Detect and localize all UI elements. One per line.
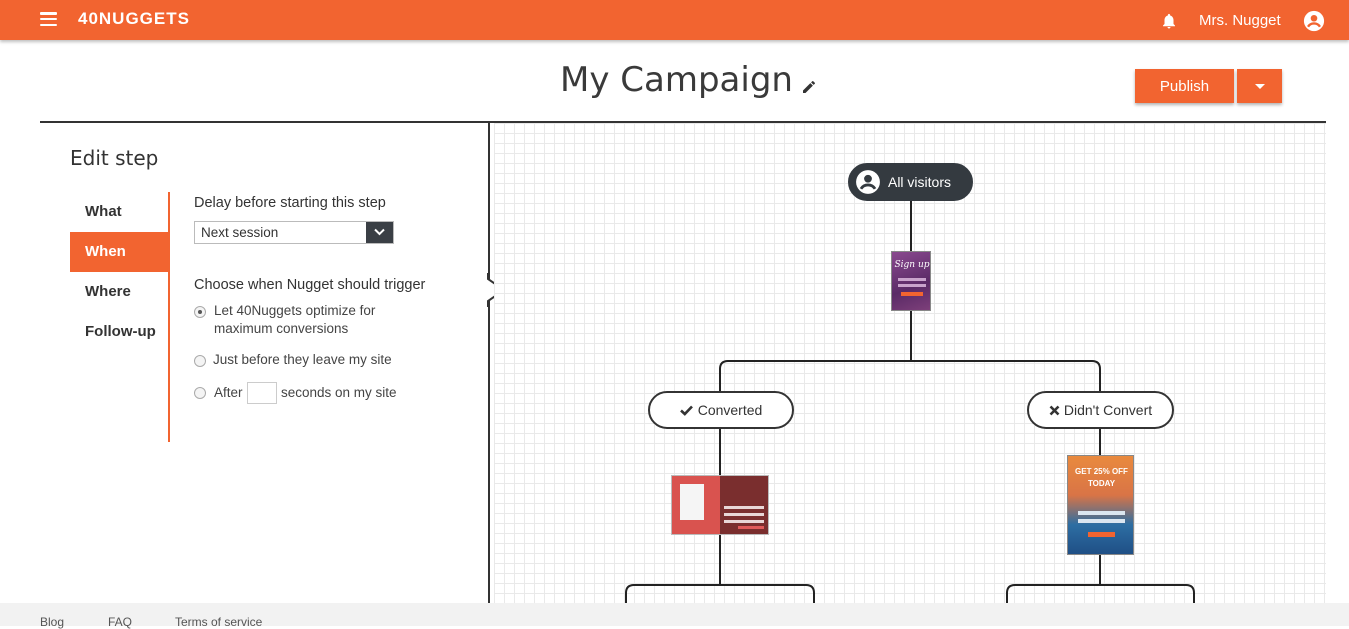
- radio-after-seconds-suffix: seconds on my site: [281, 385, 397, 400]
- node-all-visitors[interactable]: All visitors: [848, 163, 973, 201]
- thumb-button: [901, 292, 923, 296]
- thumb-discount-line2: TODAY: [1087, 479, 1116, 488]
- nav-item-what[interactable]: What: [70, 192, 168, 232]
- chevron-down-icon[interactable]: [366, 222, 393, 243]
- trigger-label: Choose when Nugget should trigger: [194, 277, 426, 293]
- node-converted-label: Converted: [697, 402, 763, 418]
- seconds-input[interactable]: [247, 382, 277, 404]
- node-converted[interactable]: Converted: [648, 391, 794, 429]
- radio-exit-intent[interactable]: [194, 355, 206, 367]
- user-name[interactable]: Mrs. Nugget: [1199, 12, 1281, 29]
- footer: Blog FAQ Terms of service: [0, 603, 1349, 629]
- nav-item-follow-up[interactable]: Follow-up: [70, 312, 168, 352]
- hamburger-menu-icon[interactable]: [40, 12, 57, 27]
- bell-icon[interactable]: [1160, 12, 1178, 30]
- check-icon: [679, 405, 693, 416]
- thumb-book: [680, 484, 704, 520]
- edit-step-title: Edit step: [70, 146, 159, 170]
- radio-optimize-label-line1: Let 40Nuggets optimize for: [214, 303, 376, 318]
- panel-divider: [488, 123, 490, 603]
- flow-canvas[interactable]: All visitors Sign up Converted Didn't Co…: [494, 123, 1326, 603]
- nugget-thumbnail-guide[interactable]: [671, 475, 769, 535]
- nav-item-when[interactable]: When: [70, 232, 168, 272]
- radio-optimize-label: Let 40Nuggets optimize for maximum conve…: [214, 302, 375, 338]
- campaign-title-wrap: My Campaign: [560, 60, 817, 100]
- thumb-field: [724, 513, 764, 516]
- thumb-field: [1078, 519, 1125, 523]
- caret-down-icon: [1254, 83, 1265, 89]
- user-circle-icon[interactable]: [1303, 10, 1325, 32]
- nav-separator: [168, 192, 170, 442]
- nugget-thumbnail-signup[interactable]: Sign up: [891, 251, 931, 311]
- delay-select[interactable]: Next session: [194, 221, 394, 244]
- node-didnt-convert[interactable]: Didn't Convert: [1027, 391, 1174, 429]
- publish-button[interactable]: Publish: [1135, 69, 1234, 103]
- thumb-button: [738, 526, 764, 529]
- logo[interactable]: 40NUGGETS: [78, 9, 190, 29]
- footer-link-terms[interactable]: Terms of service: [175, 615, 262, 629]
- publish-dropdown-button[interactable]: [1237, 69, 1282, 103]
- footer-link-blog[interactable]: Blog: [40, 615, 64, 629]
- radio-optimize-label-line2: maximum conversions: [214, 321, 349, 336]
- delay-select-value: Next session: [201, 225, 279, 240]
- footer-link-faq[interactable]: FAQ: [108, 615, 132, 629]
- thumb-field: [898, 278, 926, 281]
- page-title: My Campaign: [560, 60, 793, 100]
- radio-after-seconds[interactable]: [194, 387, 206, 399]
- nugget-thumbnail-discount[interactable]: GET 25% OFF TODAY: [1067, 455, 1134, 555]
- nav-item-where[interactable]: Where: [70, 272, 168, 312]
- radio-exit-intent-label: Just before they leave my site: [213, 352, 392, 367]
- thumb-field: [724, 506, 764, 509]
- thumb-signup-text: Sign up: [894, 260, 930, 270]
- top-bar: 40NUGGETS Mrs. Nugget: [0, 0, 1349, 40]
- thumb-discount-line1: GET 25% OFF: [1075, 467, 1128, 476]
- pencil-icon[interactable]: [801, 79, 817, 95]
- thumb-field: [724, 520, 764, 523]
- node-didnt-convert-label: Didn't Convert: [1063, 402, 1153, 418]
- user-circle-icon: [856, 170, 880, 194]
- radio-after-label: After: [214, 385, 243, 400]
- node-all-visitors-label: All visitors: [887, 174, 951, 190]
- thumb-discount-text: GET 25% OFF TODAY: [1068, 466, 1133, 490]
- thumb-button: [1088, 532, 1115, 537]
- thumb-field: [898, 284, 926, 287]
- delay-label: Delay before starting this step: [194, 195, 386, 211]
- close-icon: [1049, 405, 1060, 415]
- radio-optimize[interactable]: [194, 306, 206, 318]
- thumb-field: [1078, 511, 1125, 515]
